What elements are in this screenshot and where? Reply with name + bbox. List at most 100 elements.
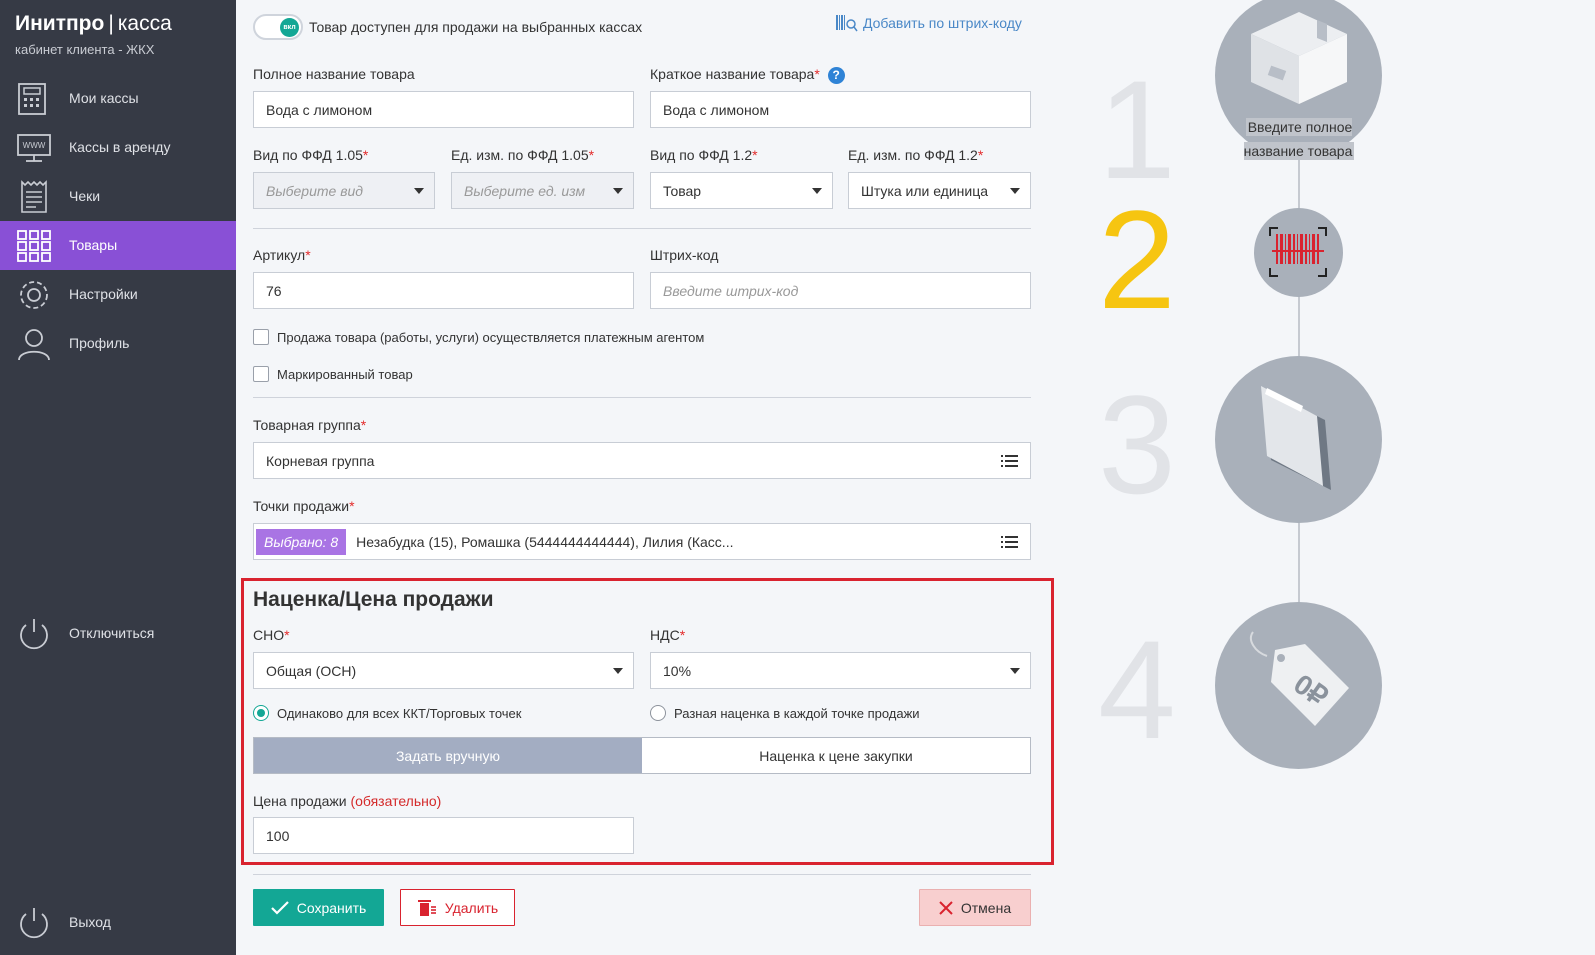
divider (253, 228, 1031, 229)
delete-button[interactable]: Удалить (400, 889, 515, 926)
selected-count-badge: Выбрано: 8 (256, 528, 347, 555)
divider (253, 874, 1031, 875)
marked-product-label: Маркированный товар (277, 367, 413, 382)
add-by-barcode-link[interactable]: Добавить по штрих-коду (836, 14, 1022, 32)
payment-agent-checkbox[interactable] (253, 329, 269, 345)
step-3-circle (1215, 356, 1382, 523)
article-input[interactable]: 76 (253, 272, 634, 309)
sidebar-item-products[interactable]: Товары (0, 221, 236, 270)
unit-105-select[interactable]: Выберите ед. изм (451, 172, 634, 209)
type-105-select[interactable]: Выберите вид (253, 172, 435, 209)
sale-points-value: Незабудка (15), Ромашка (5444444444444),… (356, 533, 734, 550)
cancel-button[interactable]: Отмена (919, 889, 1031, 926)
step-number: 4 (1098, 611, 1176, 768)
sidebar-item-my-registers[interactable]: Мои кассы (0, 74, 236, 123)
price-tag-icon: 0₽ (1249, 631, 1349, 726)
chevron-down-icon (1010, 668, 1020, 674)
user-icon (18, 329, 50, 361)
gear-icon (20, 281, 48, 309)
grid-icon (17, 230, 51, 262)
step-4-circle: 0₽ (1215, 602, 1382, 769)
toggle-knob: вкл (280, 18, 299, 37)
sidebar-item-label: Кассы в аренду (69, 139, 171, 155)
sidebar-item-settings[interactable]: Настройки (0, 270, 236, 319)
unit-12-select[interactable]: Штука или единица (848, 172, 1031, 209)
same-markup-radio[interactable] (253, 705, 269, 721)
trash-icon (417, 899, 436, 916)
tab-markup-to-purchase[interactable]: Наценка к цене закупки (642, 738, 1030, 773)
sidebar: Инитпро | касса кабинет клиента - ЖКХ Мои … (0, 0, 236, 955)
sidebar-item-receipts[interactable]: Чеки (0, 172, 236, 221)
disconnect-button[interactable]: Отключиться (0, 609, 236, 658)
type-12-select[interactable]: Товар (650, 172, 833, 209)
help-icon[interactable]: ? (827, 66, 845, 84)
sale-points-label: Точки продажи* (253, 498, 355, 514)
step-number: 3 (1098, 366, 1176, 523)
chevron-down-icon (1010, 188, 1020, 194)
sale-price-label: Цена продажи (обязательно) (253, 793, 442, 809)
vat-label: НДС* (650, 627, 686, 643)
sidebar-item-profile[interactable]: Профиль (0, 319, 236, 368)
availability-toggle[interactable]: вкл (253, 14, 303, 40)
receipt-icon (21, 180, 47, 213)
brand-separator: | (108, 12, 114, 35)
cash-register-icon (18, 83, 46, 115)
pricing-section-title: Наценка/Цена продажи (253, 588, 494, 611)
step-number: 1 (1098, 51, 1176, 208)
sidebar-item-label: Товары (69, 237, 118, 253)
sale-points-select[interactable]: Выбрано: 8 Незабудка (15), Ромашка (5444… (253, 523, 1031, 560)
folder-icon (1261, 386, 1331, 490)
tab-set-manually[interactable]: Задать вручную (254, 738, 642, 773)
brand-product: касса (117, 12, 172, 35)
product-group-value: Корневая группа (266, 452, 375, 469)
barcode-search-icon (836, 15, 858, 32)
short-name-input[interactable]: Вода с лимоном (650, 91, 1031, 128)
barcode-icon (1269, 227, 1327, 277)
type-105-placeholder: Выберите вид (266, 182, 364, 199)
sidebar-item-label: Профиль (69, 335, 130, 351)
step-2-circle (1254, 208, 1343, 297)
product-group-label: Товарная группа* (253, 417, 367, 433)
full-name-input[interactable]: Вода с лимоном (253, 91, 634, 128)
sno-value: Общая (ОСН) (266, 662, 357, 679)
list-icon (1001, 455, 1018, 467)
vat-select[interactable]: 10% (650, 652, 1031, 689)
type-12-value: Товар (663, 182, 702, 199)
save-button[interactable]: Сохранить (253, 889, 384, 926)
chevron-down-icon (812, 188, 822, 194)
logout-button[interactable]: Выход (0, 898, 236, 947)
sidebar-item-rental[interactable]: WWW Кассы в аренду (0, 123, 236, 172)
sidebar-item-label: Чеки (69, 188, 101, 204)
power-icon (20, 619, 48, 650)
sno-select[interactable]: Общая (ОСН) (253, 652, 634, 689)
same-markup-label: Одинаково для всех ККТ/Торговых точек (277, 706, 522, 721)
marked-product-checkbox[interactable] (253, 366, 269, 382)
barcode-input[interactable]: Введите штрих-код (650, 272, 1031, 309)
product-group-select[interactable]: Корневая группа (253, 442, 1031, 479)
svg-text:WWW: WWW (23, 141, 46, 150)
sidebar-item-label: Настройки (69, 286, 138, 302)
logout-label: Выход (69, 914, 111, 930)
step-number-current: 2 (1098, 181, 1176, 338)
sale-price-input[interactable]: 100 (253, 817, 634, 854)
vat-value: 10% (663, 662, 692, 679)
article-label: Артикул* (253, 247, 311, 263)
payment-agent-label: Продажа товара (работы, услуги) осуществ… (277, 330, 705, 345)
box-icon (1251, 12, 1347, 104)
save-label: Сохранить (296, 899, 367, 916)
unit-12-value: Штука или единица (861, 182, 989, 199)
different-markup-radio[interactable] (650, 705, 666, 721)
barcode-label: Штрих-код (650, 247, 719, 263)
www-monitor-icon: WWW (17, 134, 51, 162)
different-markup-label: Разная наценка в каждой точке продажи (674, 706, 920, 721)
sno-label: СНО* (253, 627, 290, 643)
disconnect-label: Отключиться (69, 625, 155, 641)
brand-logo[interactable]: Инитпро | касса (15, 12, 172, 36)
divider (253, 397, 1031, 398)
short-name-label: Краткое название товара* ? (650, 66, 845, 84)
unit-12-label: Ед. изм. по ФФД 1.2* (848, 147, 984, 163)
type-12-label: Вид по ФФД 1.2* (650, 147, 758, 163)
delete-label: Удалить (444, 899, 499, 916)
close-icon (939, 900, 953, 915)
step-1-hint: Введите полное название товара (1243, 118, 1355, 160)
